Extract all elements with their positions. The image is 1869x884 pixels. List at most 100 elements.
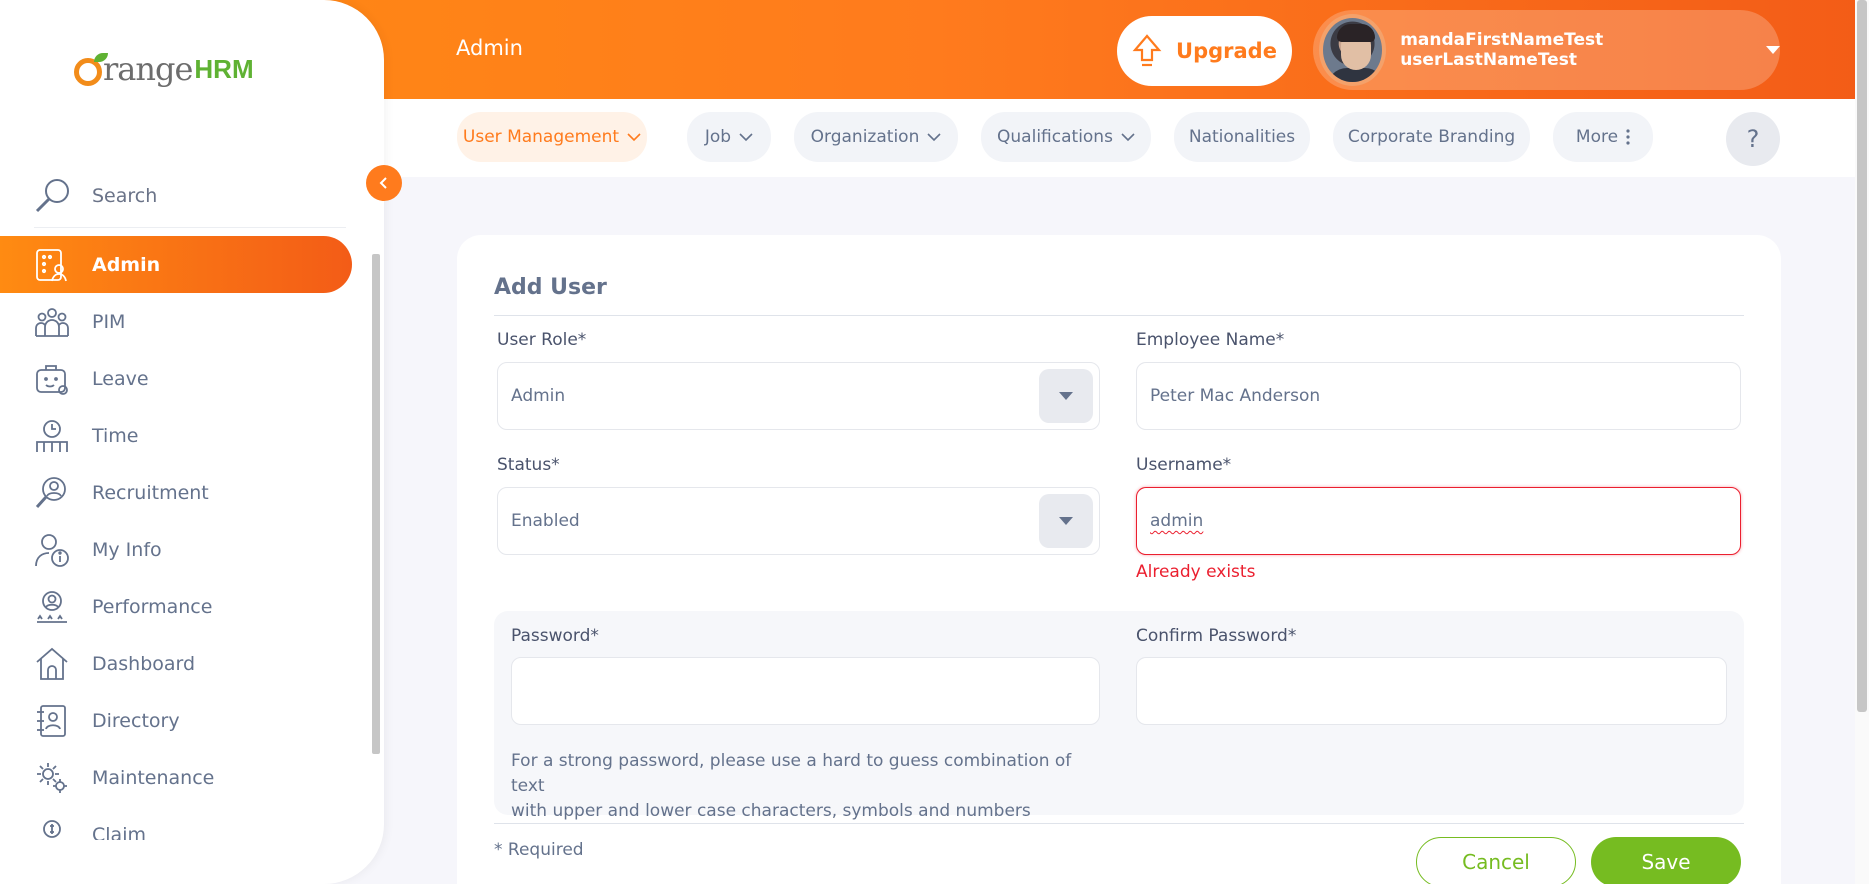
user-role-label: User Role*	[497, 330, 587, 350]
user-role-value: Admin	[511, 386, 566, 406]
user-dropdown[interactable]: mandaFirstNameTest userLastNameTest	[1313, 10, 1780, 90]
sidebar-item-admin[interactable]: Admin	[0, 236, 352, 293]
sidebar: range HRM Search Admin PIM Leave Time Re…	[0, 0, 384, 884]
sidebar-item-label: PIM	[92, 310, 126, 333]
chevron-down-icon	[927, 133, 941, 142]
username-label: Username*	[1136, 455, 1232, 475]
collapse-sidebar-button[interactable]	[366, 165, 402, 201]
page-scrollbar-thumb[interactable]	[1857, 0, 1867, 712]
password-hint-line: For a strong password, please use a hard…	[511, 751, 1072, 796]
tab-organization[interactable]: Organization	[794, 112, 958, 162]
upgrade-button[interactable]: Upgrade	[1117, 16, 1292, 86]
tab-job[interactable]: Job	[687, 112, 771, 162]
tab-label: Corporate Branding	[1347, 127, 1516, 147]
search-icon	[35, 178, 69, 212]
form-title: Add User	[494, 275, 607, 300]
user-name: mandaFirstNameTest userLastNameTest	[1400, 30, 1604, 70]
sidebar-item-time[interactable]: Time	[0, 407, 360, 464]
recruitment-icon	[35, 476, 66, 508]
chevron-left-icon	[379, 177, 387, 189]
search-input[interactable]: Search	[92, 185, 157, 207]
admin-icon	[36, 248, 67, 281]
orangehrm-logo[interactable]: range HRM	[74, 50, 254, 88]
page-title: Admin	[456, 36, 523, 60]
sidebar-item-leave[interactable]: Leave	[0, 350, 360, 407]
sidebar-item-pim[interactable]: PIM	[0, 293, 360, 350]
sidebar-item-label: Time	[92, 424, 139, 447]
employee-name-value: Peter Mac Anderson	[1150, 386, 1321, 406]
logo-text: range	[103, 50, 193, 88]
dropdown-arrow-icon[interactable]	[1039, 369, 1093, 423]
sidebar-item-my-info[interactable]: My Info	[0, 521, 360, 578]
dropdown-arrow-icon[interactable]	[1039, 494, 1093, 548]
tab-nationalities[interactable]: Nationalities	[1174, 112, 1310, 162]
password-hint: For a strong password, please use a hard…	[511, 749, 1091, 824]
my-info-icon	[35, 533, 69, 567]
leave-icon	[36, 364, 68, 395]
employee-name-input[interactable]: Peter Mac Anderson	[1136, 362, 1741, 430]
user-role-select[interactable]: Admin	[497, 362, 1100, 430]
sidebar-search[interactable]: Search	[34, 164, 346, 228]
sidebar-item-label: Maintenance	[92, 766, 215, 789]
tab-user-management[interactable]: User Management	[457, 112, 647, 162]
chevron-down-icon	[627, 133, 641, 142]
chevron-down-icon	[1121, 133, 1135, 142]
username-error: Already exists	[1136, 562, 1256, 582]
maintenance-icon	[37, 762, 67, 793]
avatar	[1319, 14, 1387, 86]
sidebar-item-label: Claim	[92, 823, 146, 841]
sidebar-item-maintenance[interactable]: Maintenance	[0, 749, 360, 806]
status-value: Enabled	[511, 511, 580, 531]
save-button[interactable]: Save	[1591, 837, 1741, 884]
sidebar-item-label: Admin	[92, 253, 161, 276]
sidebar-item-performance[interactable]: Performance	[0, 578, 360, 635]
tab-more[interactable]: More	[1553, 112, 1653, 162]
chevron-down-icon	[739, 133, 753, 142]
password-label: Password*	[511, 626, 599, 646]
username-input[interactable]: admin	[1136, 487, 1741, 555]
dashboard-icon	[36, 647, 68, 680]
tab-label: Job	[704, 127, 732, 147]
confirm-password-label: Confirm Password*	[1136, 626, 1297, 646]
sidebar-item-directory[interactable]: Directory	[0, 692, 360, 749]
sidebar-item-label: Dashboard	[92, 652, 196, 675]
tab-corporate-branding[interactable]: Corporate Branding	[1333, 112, 1530, 162]
more-vertical-icon	[1626, 129, 1630, 145]
claim-icon	[43, 819, 61, 838]
sidebar-item-claim[interactable]: Claim	[0, 806, 360, 840]
logo-orange-icon	[74, 53, 108, 86]
help-button[interactable]: ?	[1726, 112, 1780, 166]
time-icon	[36, 419, 68, 452]
password-input[interactable]	[511, 657, 1100, 725]
password-hint-line: with upper and lower case characters, sy…	[511, 801, 1031, 821]
tab-label: More	[1575, 127, 1619, 147]
upgrade-arrow-icon	[1132, 34, 1162, 67]
required-note: * Required	[494, 840, 584, 860]
tab-label: Qualifications	[997, 127, 1113, 147]
sidebar-item-dashboard[interactable]: Dashboard	[0, 635, 360, 692]
main-menu: Admin PIM Leave Time Recruitment My Info…	[0, 236, 360, 840]
username-value: admin	[1150, 511, 1204, 531]
status-label: Status*	[497, 455, 560, 475]
status-select[interactable]: Enabled	[497, 487, 1100, 555]
add-user-card: Add User User Role* Admin Employee Name*…	[457, 235, 1781, 884]
top-nav-tabs: User Management Job Organization Qualifi…	[384, 99, 1869, 177]
performance-icon	[37, 590, 67, 623]
tab-label: User Management	[462, 127, 620, 147]
divider	[494, 315, 1744, 316]
tab-label: Organization	[810, 127, 920, 147]
sidebar-item-label: My Info	[92, 538, 162, 561]
sidebar-item-label: Leave	[92, 367, 149, 390]
sidebar-item-recruitment[interactable]: Recruitment	[0, 464, 360, 521]
caret-down-icon	[1766, 46, 1780, 54]
pim-icon	[35, 307, 69, 337]
cancel-button[interactable]: Cancel	[1416, 837, 1576, 884]
sidebar-scrollbar-thumb[interactable]	[372, 254, 380, 754]
logo-hrm-text: HRM	[194, 54, 254, 84]
sidebar-item-label: Directory	[92, 709, 180, 732]
sidebar-item-label: Performance	[92, 595, 213, 618]
divider	[494, 823, 1744, 824]
tab-qualifications[interactable]: Qualifications	[981, 112, 1151, 162]
confirm-password-input[interactable]	[1136, 657, 1727, 725]
sidebar-item-label: Recruitment	[92, 481, 209, 504]
